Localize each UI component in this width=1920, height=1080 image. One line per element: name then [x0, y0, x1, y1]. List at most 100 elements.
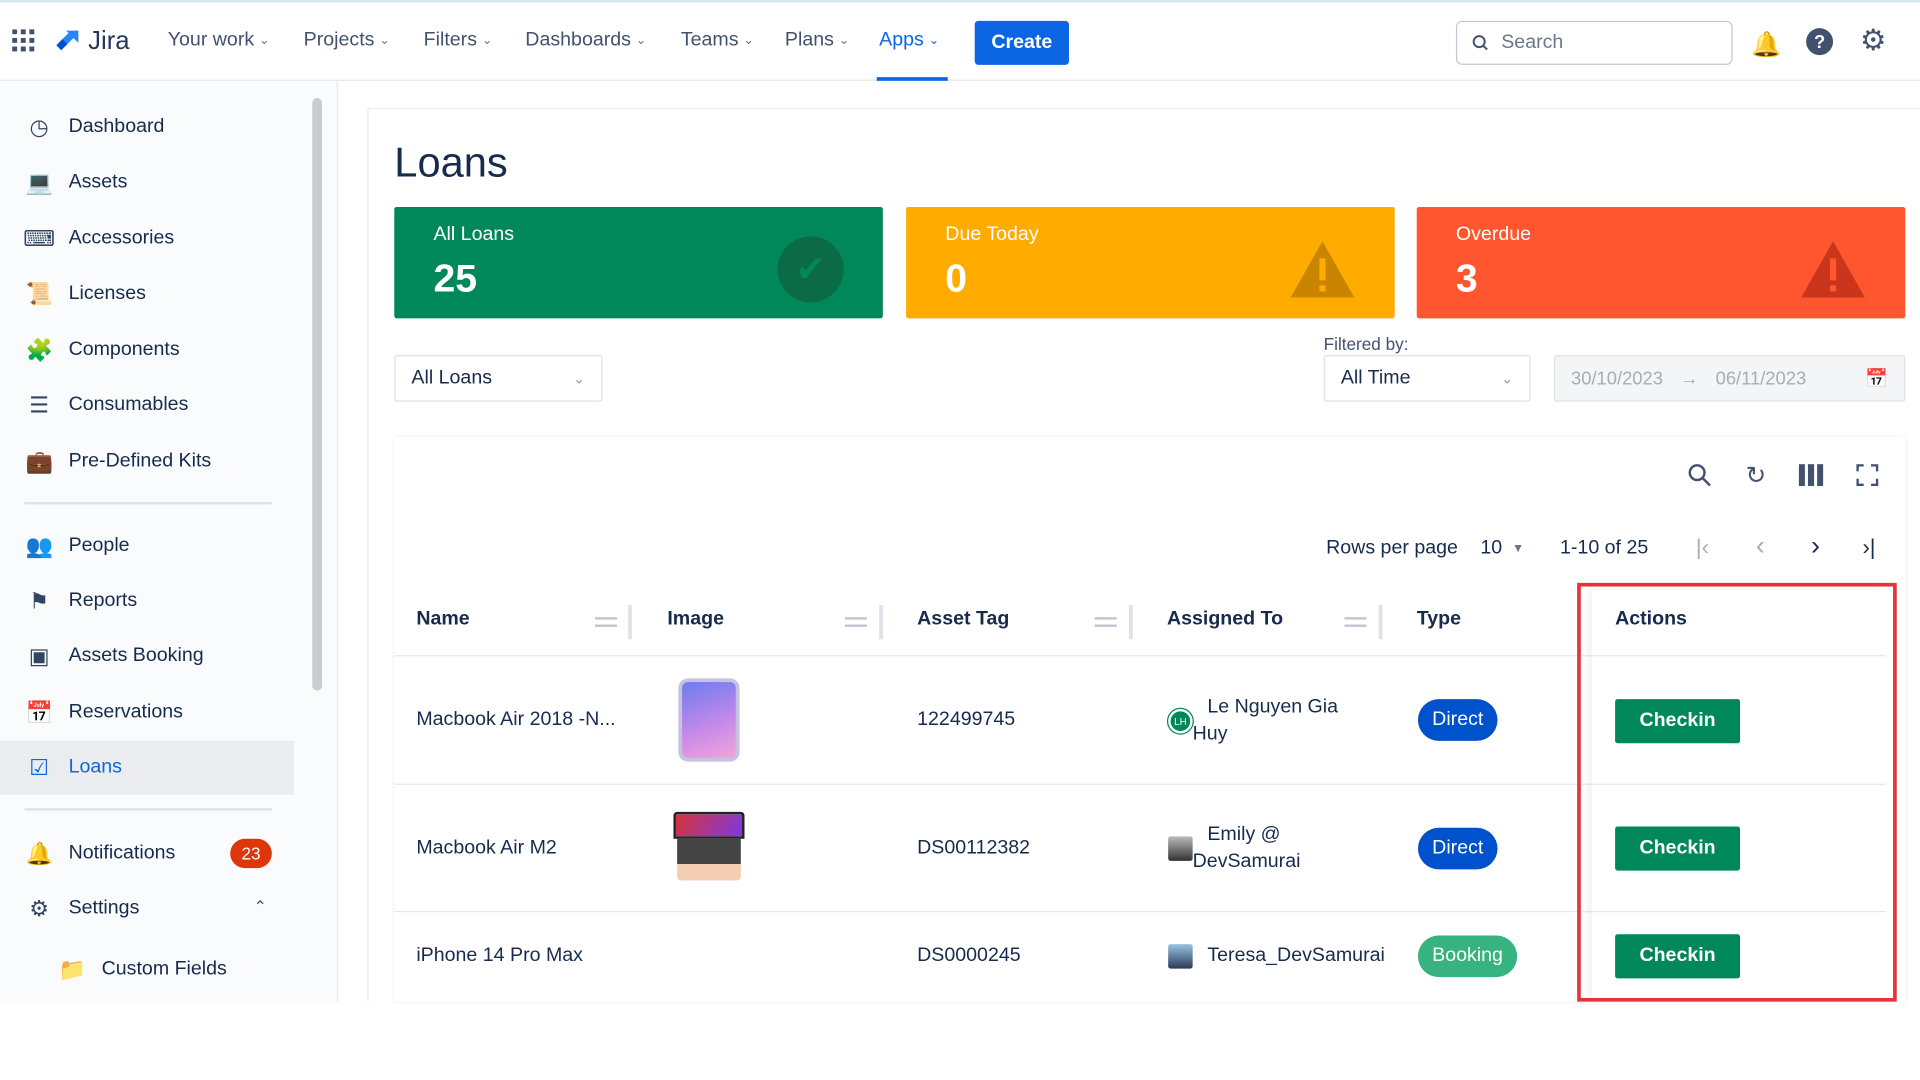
cell-name[interactable]: Macbook Air 2018 -N...	[416, 709, 615, 731]
cell-asset-tag: DS00112382	[917, 837, 1031, 859]
sidebar-item-assets-booking[interactable]: ▣ Assets Booking	[0, 629, 294, 683]
drag-handle-icon[interactable]	[1094, 617, 1117, 627]
toolbox-icon: 💼	[25, 448, 53, 474]
fullscreen-icon[interactable]	[1853, 460, 1882, 489]
rows-per-page-value: 10	[1480, 537, 1503, 559]
page-title: Loans	[394, 139, 508, 187]
app-switcher-icon[interactable]	[12, 29, 35, 52]
type-badge: Booking	[1417, 935, 1518, 978]
rows-per-page-select[interactable]: 10 ▼	[1480, 538, 1524, 560]
sidebar-item-label: Licenses	[68, 282, 146, 304]
column-header-asset-tag[interactable]: Asset Tag	[917, 609, 1009, 631]
scroll-icon: 📜	[25, 281, 53, 306]
puzzle-icon: 🧩	[25, 337, 53, 362]
nav-plans[interactable]: Plans ⌄	[785, 29, 849, 51]
next-page-icon[interactable]: ›	[1811, 530, 1820, 562]
sidebar-item-settings[interactable]: ⚙ Settings	[0, 882, 294, 936]
column-header-image[interactable]: Image	[667, 609, 724, 631]
sidebar-item-licenses[interactable]: 📜 Licenses	[0, 267, 294, 321]
drag-handle-icon[interactable]	[1344, 617, 1367, 627]
sidebar-item-label: Dashboard	[68, 116, 165, 138]
all-loans-card[interactable]: All Loans 25 ✔	[394, 206, 883, 319]
sidebar-scrollbar[interactable]	[312, 97, 323, 691]
column-resizer[interactable]	[628, 604, 632, 640]
chevron-down-icon: ⌄	[635, 33, 647, 48]
nav-apps[interactable]: Apps ⌄	[879, 29, 939, 51]
flag-icon: ⚑	[29, 588, 50, 613]
gear-icon: ⚙	[29, 895, 50, 921]
sidebar-item-dashboard[interactable]: ◷ Dashboard	[0, 100, 294, 154]
card-label: Overdue	[1455, 224, 1532, 245]
table-search-icon[interactable]	[1685, 460, 1714, 489]
warning-icon	[1801, 241, 1865, 298]
card-label: All Loans	[433, 224, 515, 245]
app-window: Jira Your work ⌄ Projects ⌄ Filters ⌄ Dashb…	[0, 0, 1920, 1080]
sidebar-item-reservations[interactable]: 📅 Reservations	[0, 686, 294, 740]
cell-assigned-to: Teresa_DevSamurai	[1207, 945, 1385, 967]
overdue-card[interactable]: Overdue 3	[1416, 206, 1906, 319]
nav-filters[interactable]: Filters ⌄	[424, 29, 493, 51]
pagination-range: 1-10 of 25	[1560, 537, 1649, 559]
nav-dashboards[interactable]: Dashboards ⌄	[525, 29, 646, 51]
type-badge: Direct	[1417, 827, 1498, 870]
sidebar-item-custom-fields[interactable]: 📁 Custom Fields	[0, 943, 294, 997]
sidebar-item-reports[interactable]: ⚑ Reports	[0, 574, 294, 628]
drag-handle-icon[interactable]	[595, 617, 618, 627]
columns-icon[interactable]	[1796, 460, 1825, 489]
notifications-bell-icon[interactable]: 🔔	[1751, 29, 1781, 60]
card-value: 3	[1455, 255, 1478, 301]
column-resizer[interactable]	[879, 604, 883, 640]
cell-assigned-to: Emily @ DevSamurai	[1192, 824, 1301, 872]
settings-gear-icon[interactable]: ⚙	[1860, 23, 1886, 59]
first-page-icon[interactable]: |‹	[1696, 535, 1709, 561]
sidebar-item-label: Reports	[68, 590, 138, 612]
column-resizer[interactable]	[1378, 604, 1383, 640]
filtered-by-label: Filtered by:	[1323, 334, 1409, 354]
sidebar-item-loans[interactable]: ☑ Loans	[0, 740, 294, 795]
nav-projects[interactable]: Projects ⌄	[304, 29, 390, 51]
chevron-up-icon[interactable]: ⌃	[253, 898, 266, 918]
warning-icon	[1290, 241, 1355, 298]
calendar-check-icon: ☑	[29, 754, 50, 780]
sidebar-item-people[interactable]: 👥 People	[0, 519, 294, 573]
nav-your-work[interactable]: Your work ⌄	[168, 29, 270, 51]
laptop-icon: 💻	[25, 169, 53, 195]
help-icon[interactable]: ?	[1806, 28, 1834, 56]
date-range-picker[interactable]: 30/10/2023 → 06/11/2023 📅	[1553, 355, 1906, 402]
sidebar-item-consumables[interactable]: ☰ Consumables	[0, 378, 294, 432]
time-filter-select[interactable]: All Time ⌄	[1323, 355, 1531, 402]
due-today-card[interactable]: Due Today 0	[906, 206, 1395, 319]
search-input[interactable]: Search	[1455, 20, 1733, 65]
nav-teams[interactable]: Teams ⌄	[681, 29, 754, 51]
last-page-icon[interactable]: ›|	[1862, 535, 1875, 561]
folder-icon: 📁	[58, 956, 86, 982]
create-button[interactable]: Create	[974, 20, 1069, 65]
column-header-name[interactable]: Name	[416, 609, 469, 631]
asset-image-iphone	[678, 678, 740, 762]
sidebar-item-accessories[interactable]: ⌨ Accessories	[0, 212, 294, 266]
people-icon: 👥	[25, 533, 53, 558]
sidebar-item-label: Loans	[68, 756, 122, 778]
column-header-assigned-to[interactable]: Assigned To	[1167, 609, 1283, 631]
cell-name[interactable]: iPhone 14 Pro Max	[416, 945, 583, 967]
chevron-down-icon: ⌄	[481, 33, 493, 48]
column-resizer[interactable]	[1128, 604, 1133, 640]
sidebar-item-components[interactable]: 🧩 Components	[0, 323, 294, 377]
booking-icon: ▣	[28, 643, 50, 668]
refresh-icon[interactable]: ↻	[1741, 460, 1770, 489]
jira-logo[interactable]: Jira	[54, 27, 130, 56]
column-header-type[interactable]: Type	[1417, 609, 1461, 631]
select-value: All Time	[1340, 367, 1411, 389]
previous-page-icon[interactable]: ‹	[1756, 530, 1765, 562]
cell-name[interactable]: Macbook Air M2	[416, 838, 556, 860]
chevron-down-icon: ⌄	[259, 33, 270, 48]
sidebar-item-pre-defined-kits[interactable]: 💼 Pre-Defined Kits	[0, 435, 294, 489]
loan-type-select[interactable]: All Loans ⌄	[394, 355, 603, 402]
sidebar-item-assets[interactable]: 💻 Assets	[0, 156, 294, 210]
nav-label: Filters	[423, 29, 478, 51]
check-circle-icon: ✔	[777, 236, 844, 303]
actions-highlight-box	[1577, 582, 1897, 1002]
nav-label: Plans	[784, 29, 834, 51]
drag-handle-icon[interactable]	[844, 617, 867, 627]
caret-down-icon: ▼	[1511, 542, 1525, 556]
